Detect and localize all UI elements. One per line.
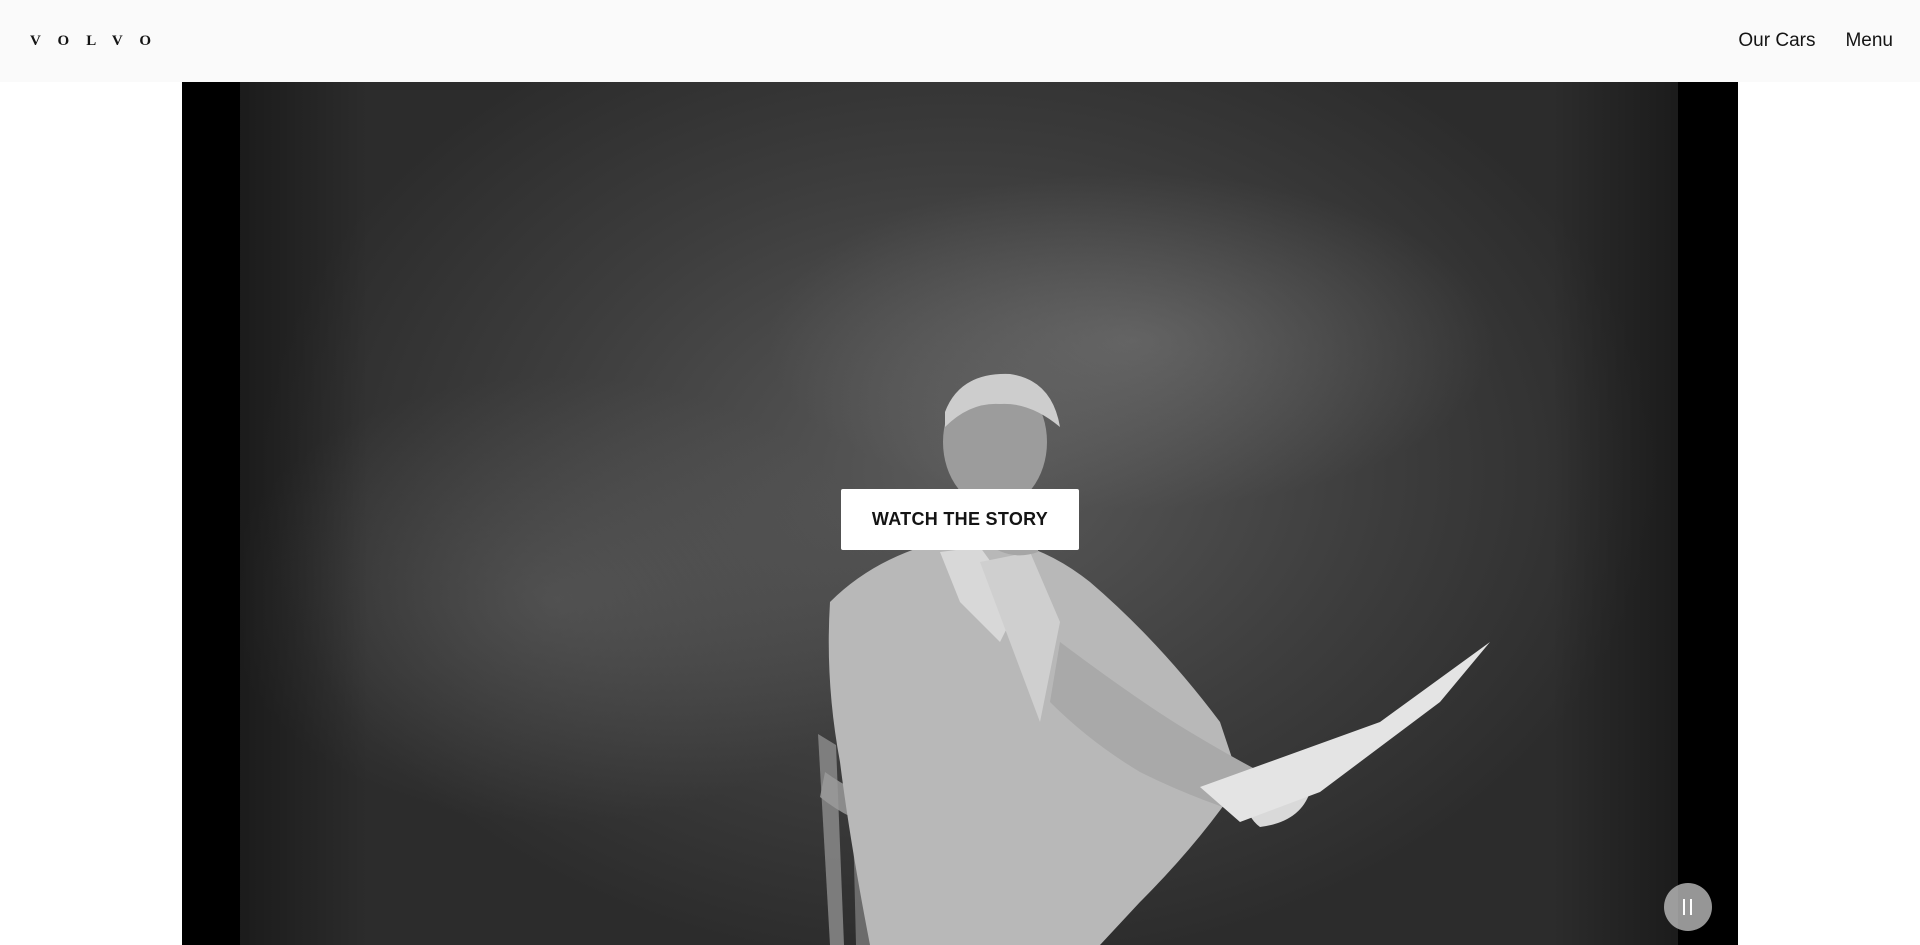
pause-button[interactable] (1664, 883, 1712, 931)
pause-icon (1683, 899, 1692, 915)
main-nav: Our Cars Menu (1738, 30, 1893, 52)
hero-video: WATCH THE STORY (182, 82, 1738, 945)
volvo-logo[interactable]: VOLVO (30, 33, 168, 49)
menu-button[interactable]: Menu (1845, 30, 1893, 52)
our-cars-link[interactable]: Our Cars (1738, 30, 1815, 52)
watch-the-story-button[interactable]: WATCH THE STORY (841, 489, 1079, 550)
site-header: VOLVO Our Cars Menu (0, 0, 1920, 82)
